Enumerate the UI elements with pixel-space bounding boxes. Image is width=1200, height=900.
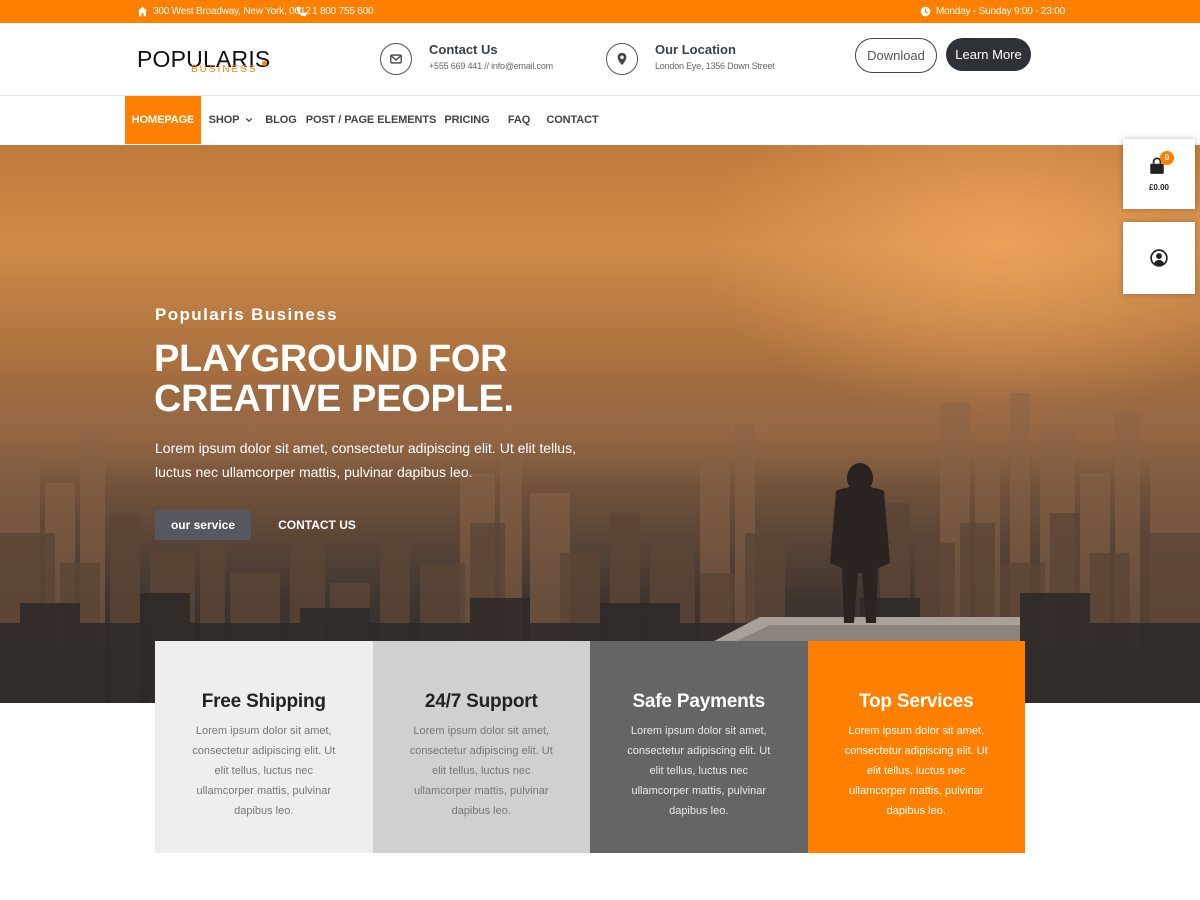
account-widget[interactable] xyxy=(1123,222,1195,294)
home-icon xyxy=(137,6,148,17)
feature-title: Safe Payments xyxy=(632,691,766,712)
contact-detail: +555 669 441 // info@email.com xyxy=(429,61,553,71)
feature-title: Top Services xyxy=(859,691,974,712)
phone-text: 1 800 755 600 xyxy=(312,6,374,17)
cart-icon-wrap: 0 xyxy=(1148,150,1174,177)
features-section: Free Shipping Lorem ipsum dolor sit amet… xyxy=(155,641,1025,853)
contact-title: Contact Us xyxy=(429,42,498,57)
hero-title-line-1: PLAYGROUND FOR xyxy=(154,338,508,380)
feature-title: Free Shipping xyxy=(201,691,326,712)
feature-text: Lorem ipsum dolor sit amet, consectetur … xyxy=(844,725,988,817)
feature-card-free-shipping: Free Shipping Lorem ipsum dolor sit amet… xyxy=(155,641,373,853)
chevron-down-icon xyxy=(246,117,253,123)
our-service-button[interactable]: our service xyxy=(155,510,251,540)
download-button[interactable]: Download xyxy=(855,38,937,73)
contact-us-button[interactable]: CONTACT US xyxy=(265,510,369,540)
nav-label: POST / PAGE ELEMENTS xyxy=(305,114,437,126)
nav-item-contact[interactable]: CONTACT xyxy=(545,96,600,144)
feature-card-safe-payments: Safe Payments Lorem ipsum dolor sit amet… xyxy=(590,641,808,853)
map-pin-icon xyxy=(606,43,638,75)
feature-card-support: 24/7 Support Lorem ipsum dolor sit amet,… xyxy=(372,641,590,853)
hero-title-line-2: CREATIVE PEOPLE. xyxy=(154,378,514,420)
nav-item-post-page-elements[interactable]: POST / PAGE ELEMENTS xyxy=(306,96,437,144)
address-text: 300 West Broadway, New York, 0012 xyxy=(153,6,311,17)
envelope-icon xyxy=(380,43,412,75)
location-title: Our Location xyxy=(655,42,736,57)
nav-item-shop[interactable]: SHOP xyxy=(205,96,257,144)
cart-widget[interactable]: 0 £0.00 xyxy=(1123,139,1195,209)
hero-section: Popularis Business PLAYGROUND FOR CREATI… xyxy=(0,145,1200,703)
clock-icon xyxy=(920,6,931,17)
user-account-icon xyxy=(1150,249,1168,267)
nav-label: BLOG xyxy=(265,114,297,126)
hours-text: Monday - Sunday 9:00 - 23:00 xyxy=(936,6,1065,17)
feature-card-top-services: Top Services Lorem ipsum dolor sit amet,… xyxy=(807,641,1025,853)
cart-total: £0.00 xyxy=(1148,182,1170,192)
site-header: POPULARIS BUSINESS Contact Us +555 669 4… xyxy=(0,23,1200,96)
nav-item-blog[interactable]: BLOG xyxy=(263,96,299,144)
feature-text: Lorem ipsum dolor sit amet, consectetur … xyxy=(627,725,771,817)
nav-label: PRICING xyxy=(444,114,490,126)
learn-more-button[interactable]: Learn More xyxy=(946,38,1031,71)
nav-item-pricing[interactable]: PRICING xyxy=(442,96,492,144)
hero-title: PLAYGROUND FOR CREATIVE PEOPLE. xyxy=(154,339,514,419)
contact-info: Contact Us +555 669 441 // info@email.co… xyxy=(380,41,580,79)
phone-icon xyxy=(296,6,307,17)
top-bar: 300 West Broadway, New York, 0012 1 800 … xyxy=(0,0,1200,23)
feature-title: 24/7 Support xyxy=(424,691,538,712)
nav-label: HOMEPAGE xyxy=(131,114,195,126)
nav-item-homepage[interactable]: HOMEPAGE xyxy=(125,96,201,144)
location-detail: London Eye, 1356 Down Street xyxy=(655,61,775,71)
hero-eyebrow: Popularis Business xyxy=(155,305,338,324)
nav-label: SHOP xyxy=(208,114,240,126)
main-nav: HOMEPAGE SHOP BLOG POST / PAGE ELEMENTS … xyxy=(0,96,1200,145)
nav-label: FAQ xyxy=(507,114,531,126)
hero-description: Lorem ipsum dolor sit amet, consectetur … xyxy=(155,440,576,480)
hours-item: Monday - Sunday 9:00 - 23:00 xyxy=(920,0,1065,23)
address-item: 300 West Broadway, New York, 0012 xyxy=(137,0,311,23)
feature-text: Lorem ipsum dolor sit amet, consectetur … xyxy=(192,725,336,817)
nav-item-faq[interactable]: FAQ xyxy=(504,96,534,144)
cart-count-badge: 0 xyxy=(1160,150,1174,165)
nav-label: CONTACT xyxy=(546,114,599,126)
location-info: Our Location London Eye, 1356 Down Stree… xyxy=(606,41,806,79)
logo-sub-text: BUSINESS xyxy=(191,64,258,75)
site-logo[interactable]: POPULARIS BUSINESS xyxy=(137,46,277,80)
logo-dot xyxy=(262,61,267,66)
phone-item[interactable]: 1 800 755 600 xyxy=(296,0,374,23)
feature-text: Lorem ipsum dolor sit amet, consectetur … xyxy=(409,725,553,817)
